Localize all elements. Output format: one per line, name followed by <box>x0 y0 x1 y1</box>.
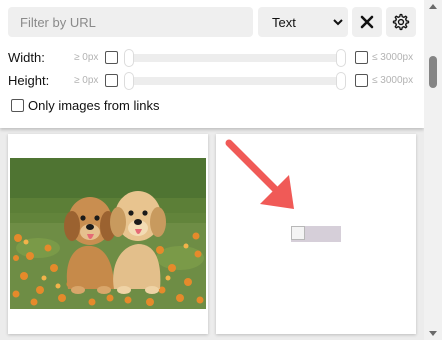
height-min-checkbox[interactable] <box>105 74 118 87</box>
broken-image-icon[interactable] <box>291 226 341 242</box>
width-max-label: ≤ 3000px <box>372 52 414 63</box>
width-max-handle[interactable] <box>336 49 346 67</box>
height-max-checkbox[interactable] <box>355 74 368 87</box>
height-max-handle[interactable] <box>336 72 346 90</box>
scroll-up-icon[interactable] <box>429 4 437 9</box>
width-label: Width: <box>8 50 45 65</box>
filter-url-input[interactable] <box>8 7 253 37</box>
filter-panel: Text Width: ≥ 0px ≤ 3000px Height: ≥ 0px… <box>0 0 424 128</box>
red-arrow-icon <box>225 139 294 209</box>
close-icon <box>360 15 374 29</box>
only-links-checkbox[interactable] <box>11 99 24 112</box>
only-links-label: Only images from links <box>28 98 160 113</box>
chevron-down-icon <box>333 19 343 26</box>
width-min-checkbox[interactable] <box>105 51 118 64</box>
width-range-slider[interactable] <box>124 49 346 67</box>
height-max-label: ≤ 3000px <box>372 75 414 86</box>
height-min-handle[interactable] <box>124 72 134 90</box>
height-label: Height: <box>8 73 50 88</box>
close-button[interactable] <box>352 7 382 37</box>
mode-select[interactable]: Text <box>258 7 348 37</box>
settings-button[interactable] <box>386 7 416 37</box>
scroll-thumb[interactable] <box>429 56 437 88</box>
height-min-label: ≥ 0px <box>74 75 99 86</box>
broken-image-mark <box>291 226 305 240</box>
width-max-checkbox[interactable] <box>355 51 368 64</box>
width-min-handle[interactable] <box>124 49 134 67</box>
height-range-slider[interactable] <box>124 72 346 90</box>
puppies-photo[interactable] <box>10 158 206 309</box>
image-card[interactable] <box>8 134 208 334</box>
width-min-label: ≥ 0px <box>74 52 99 63</box>
gear-icon <box>392 13 410 31</box>
scrollbar[interactable] <box>424 0 442 340</box>
scroll-down-icon[interactable] <box>429 331 437 336</box>
mode-select-value: Text <box>272 15 296 30</box>
